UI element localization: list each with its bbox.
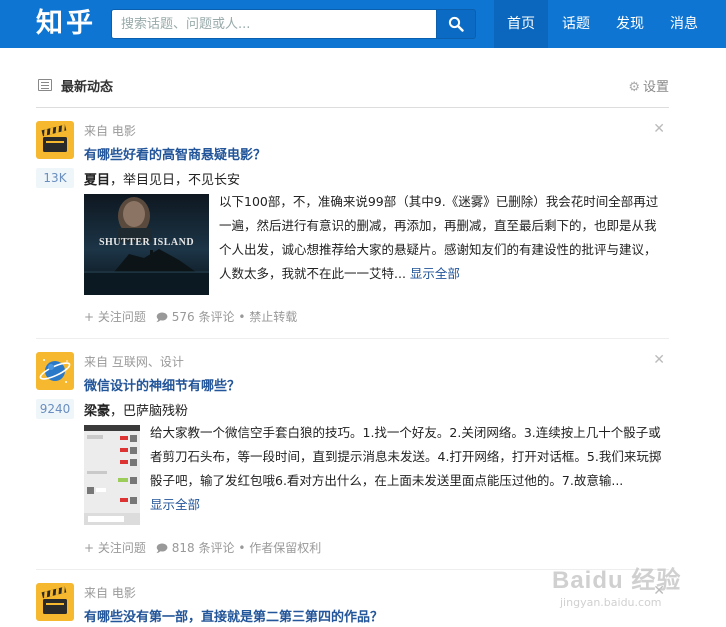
comment-count: 818 条评论 [171, 541, 235, 555]
copyright-status: 作者保留权利 [249, 541, 322, 555]
author-name[interactable]: 梁豪 [84, 404, 110, 419]
topic-avatar-design[interactable] [36, 352, 74, 390]
answer-thumbnail[interactable]: SHUTTER ISLAND [84, 194, 209, 295]
follow-question-button[interactable]: + 关注问题 [84, 541, 146, 555]
top-bar: 知乎 首页 话题 发现 消息 [0, 0, 726, 48]
topic-avatar-movie[interactable] [36, 121, 74, 159]
clapperboard-icon [36, 121, 74, 159]
answer-summary: 给大家教一个微信空手套白狼的技巧。1.找一个好友。2.关闭网络。3.连续按上几十… [150, 421, 668, 517]
feed-item: 来自 电影 ✕ 有哪些好看的高智商悬疑电影？ 13K 夏目，举目见日，不见长安 … [36, 121, 669, 331]
follow-question-button[interactable]: + 关注问题 [84, 310, 146, 324]
chat-screenshot-image [84, 425, 140, 525]
feed-list-icon [38, 79, 52, 91]
copyright-status: 禁止转载 [249, 310, 298, 324]
comment-count: 576 条评论 [171, 310, 235, 324]
close-icon[interactable]: ✕ [653, 121, 665, 137]
answer-author: 梁豪，巴萨脑残粉 [84, 400, 188, 419]
dot-separator: • [238, 310, 250, 324]
search-icon [448, 16, 464, 32]
answer-author: 夏目，举目见日，不见长安 [84, 169, 240, 188]
nav-home[interactable]: 首页 [494, 0, 548, 48]
zhihu-logo[interactable]: 知乎 [36, 4, 96, 44]
nav-messages[interactable]: 消息 [658, 0, 710, 48]
author-bio: ，举目见日，不见长安 [110, 173, 241, 188]
search-box[interactable] [111, 9, 437, 39]
topic-avatar-movie[interactable] [36, 583, 74, 621]
comment-icon: 🗩 [155, 311, 168, 324]
comments-button[interactable]: 🗩 818 条评论 [156, 541, 235, 555]
settings-label: 设置 [642, 80, 669, 95]
feed-title: 最新动态 [61, 80, 114, 95]
baidu-jingyan-watermark: Baidu 经验 jingyan.baidu.com [552, 560, 681, 609]
vote-count[interactable]: 9240 [36, 399, 74, 419]
nav-explore[interactable]: 发现 [604, 0, 656, 48]
question-title[interactable]: 有哪些好看的高智商悬疑电影？ [84, 144, 266, 163]
author-name[interactable]: 夏目 [84, 173, 110, 188]
gear-icon: ⚙ [628, 80, 640, 95]
vote-count[interactable]: 13K [36, 168, 74, 188]
author-bio: ，巴萨脑残粉 [110, 404, 189, 419]
watermark-logo: Baidu 经验 [552, 567, 682, 594]
question-title[interactable]: 有哪些没有第一部，直接就是第二第三第四的作品？ [84, 606, 383, 625]
search-input[interactable] [112, 10, 436, 38]
dot-separator: • [238, 541, 250, 555]
answer-thumbnail[interactable] [84, 425, 140, 525]
show-all-link[interactable]: 显示全部 [410, 266, 460, 281]
clapperboard-icon [36, 583, 74, 621]
comments-button[interactable]: 🗩 576 条评论 [156, 310, 235, 324]
item-actions: + 关注问题 🗩 576 条评论 • 禁止转载 [84, 308, 297, 328]
close-icon[interactable]: ✕ [653, 352, 665, 368]
comment-icon: 🗩 [155, 542, 168, 555]
search-button[interactable] [437, 9, 476, 39]
show-all-link[interactable]: 显示全部 [150, 497, 200, 512]
feed-header: 最新动态 ⚙ 设置 [36, 70, 669, 108]
item-source: 来自 互联网、设计 [84, 355, 184, 369]
watermark-url: jingyan.baidu.com [560, 596, 662, 609]
settings-link[interactable]: ⚙ 设置 [628, 76, 669, 95]
item-source: 来自 电影 [84, 586, 136, 600]
poster-title: SHUTTER ISLAND [98, 237, 195, 248]
answer-summary: 以下100部，不，准确来说99部（其中9.《迷雾》已删除）我会花时间全部再过一遍… [219, 190, 667, 286]
nav-topics[interactable]: 话题 [550, 0, 602, 48]
item-actions: + 关注问题 🗩 818 条评论 • 作者保留权利 [84, 539, 321, 559]
question-title[interactable]: 微信设计的神细节有哪些？ [84, 375, 240, 394]
feed-item: 来自 互联网、设计 ✕ 微信设计的神细节有哪些？ 9240 梁豪，巴萨脑残粉 给… [36, 352, 669, 562]
item-source: 来自 电影 [84, 124, 136, 138]
item-divider [36, 338, 669, 339]
planet-icon [36, 352, 74, 390]
summary-text: 给大家教一个微信空手套白狼的技巧。1.找一个好友。2.关闭网络。3.连续按上几十… [150, 425, 662, 488]
